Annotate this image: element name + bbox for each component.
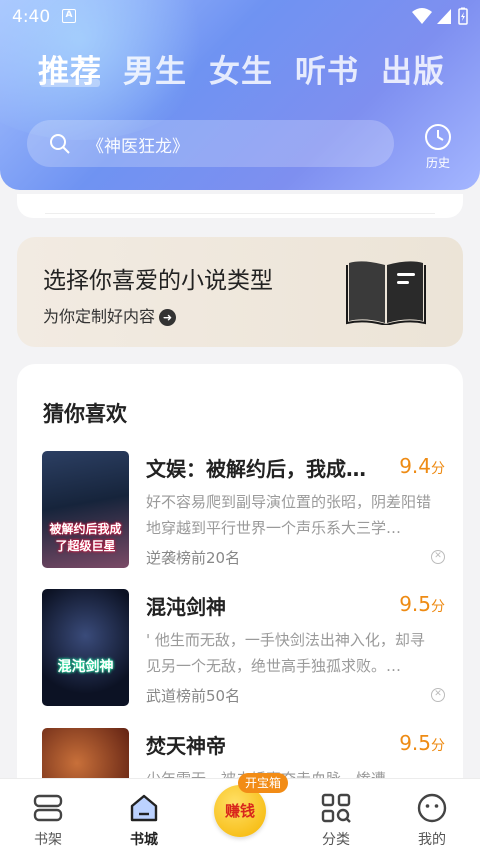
profile-icon: [417, 793, 447, 823]
nav-label: 我的: [418, 832, 446, 848]
nav-label: 书城: [130, 832, 158, 848]
history-button[interactable]: 历史: [420, 122, 456, 170]
search-input[interactable]: 《神医狂龙》: [27, 120, 394, 167]
nav-profile[interactable]: 我的: [392, 779, 472, 853]
category-icon: [321, 793, 351, 823]
book-item[interactable]: 混沌剑神 混沌剑神 9.5分 ' 他生而无敌，一手快剑法出神入化，却寻见另一个无…: [42, 589, 457, 709]
book-score: 9.5分: [399, 731, 445, 755]
bookstore-icon: [130, 794, 158, 822]
nav-category[interactable]: 分类: [296, 779, 376, 853]
notification-a-icon: A: [62, 9, 76, 23]
tab-audiobook[interactable]: 听书: [295, 46, 359, 91]
section-title: 猜你喜欢: [43, 402, 127, 426]
signal-icon: [437, 9, 451, 24]
book-title: 焚天神帝: [146, 734, 226, 758]
book-description: ' 他生而无敌，一手快剑法出神入化，却寻见另一个无敌，绝世高手独孤求败。…: [146, 631, 425, 675]
book-score: 9.5分: [399, 592, 445, 616]
book-rank: 武道榜前50名: [146, 687, 241, 705]
header: 4:40 A 推荐 男生 女生 听书 出版 《神医狂龙》 历史: [0, 0, 480, 190]
nav-label: 书架: [34, 832, 62, 848]
tab-male[interactable]: 男生: [123, 46, 187, 91]
book-description: 好不容易爬到副导演位置的张昭，阴差阳错地穿越到平行世界一个声乐系大三学…: [146, 493, 432, 537]
category-tabs: 推荐 男生 女生 听书 出版: [0, 46, 480, 94]
book-icon: [346, 261, 426, 325]
nav-bookshelf[interactable]: 书架: [8, 779, 88, 853]
bottom-nav: 书架 书城 赚钱 开宝箱 分类 我的: [0, 773, 480, 853]
status-bar: 4:40 A: [0, 0, 480, 34]
previous-card-bottom: [17, 194, 463, 218]
bookshelf-icon: [33, 794, 63, 822]
genre-select-banner[interactable]: 选择你喜爱的小说类型 为你定制好内容 ➜: [17, 237, 463, 347]
tab-recommend[interactable]: 推荐: [38, 46, 102, 91]
arrow-right-icon: ➜: [159, 309, 177, 326]
status-time: 4:40: [12, 7, 51, 27]
book-title: 混沌剑神: [146, 595, 226, 619]
clock-icon: [425, 124, 451, 150]
nav-earn[interactable]: 赚钱 开宝箱: [212, 771, 288, 837]
recommend-section: 猜你喜欢 被解约后我成了超级巨星 文娱：被解约后，我成… 9.4分 好不容易爬到…: [17, 364, 463, 845]
banner-title: 选择你喜爱的小说类型: [43, 268, 273, 294]
tab-female[interactable]: 女生: [209, 46, 273, 91]
dismiss-icon[interactable]: ✕: [431, 688, 445, 702]
nav-bookstore[interactable]: 书城: [104, 779, 184, 853]
book-title: 文娱：被解约后，我成…: [146, 457, 366, 481]
battery-icon: [458, 7, 468, 25]
dismiss-icon[interactable]: ✕: [431, 550, 445, 564]
book-cover: 被解约后我成了超级巨星: [42, 451, 129, 568]
banner-subtitle: 为你定制好内容 ➜: [43, 303, 177, 327]
search-placeholder: 《神医狂龙》: [87, 137, 189, 157]
book-rank: 逆袭榜前20名: [146, 549, 241, 567]
treasure-badge: 开宝箱: [238, 773, 288, 793]
tab-publish[interactable]: 出版: [381, 46, 445, 91]
wifi-icon: [412, 8, 432, 24]
book-cover: 混沌剑神: [42, 589, 129, 706]
history-label: 历史: [425, 156, 450, 170]
book-score: 9.4分: [399, 454, 445, 478]
book-item[interactable]: 被解约后我成了超级巨星 文娱：被解约后，我成… 9.4分 好不容易爬到副导演位置…: [42, 451, 457, 571]
search-icon: [50, 134, 70, 154]
nav-label: 分类: [322, 832, 350, 848]
